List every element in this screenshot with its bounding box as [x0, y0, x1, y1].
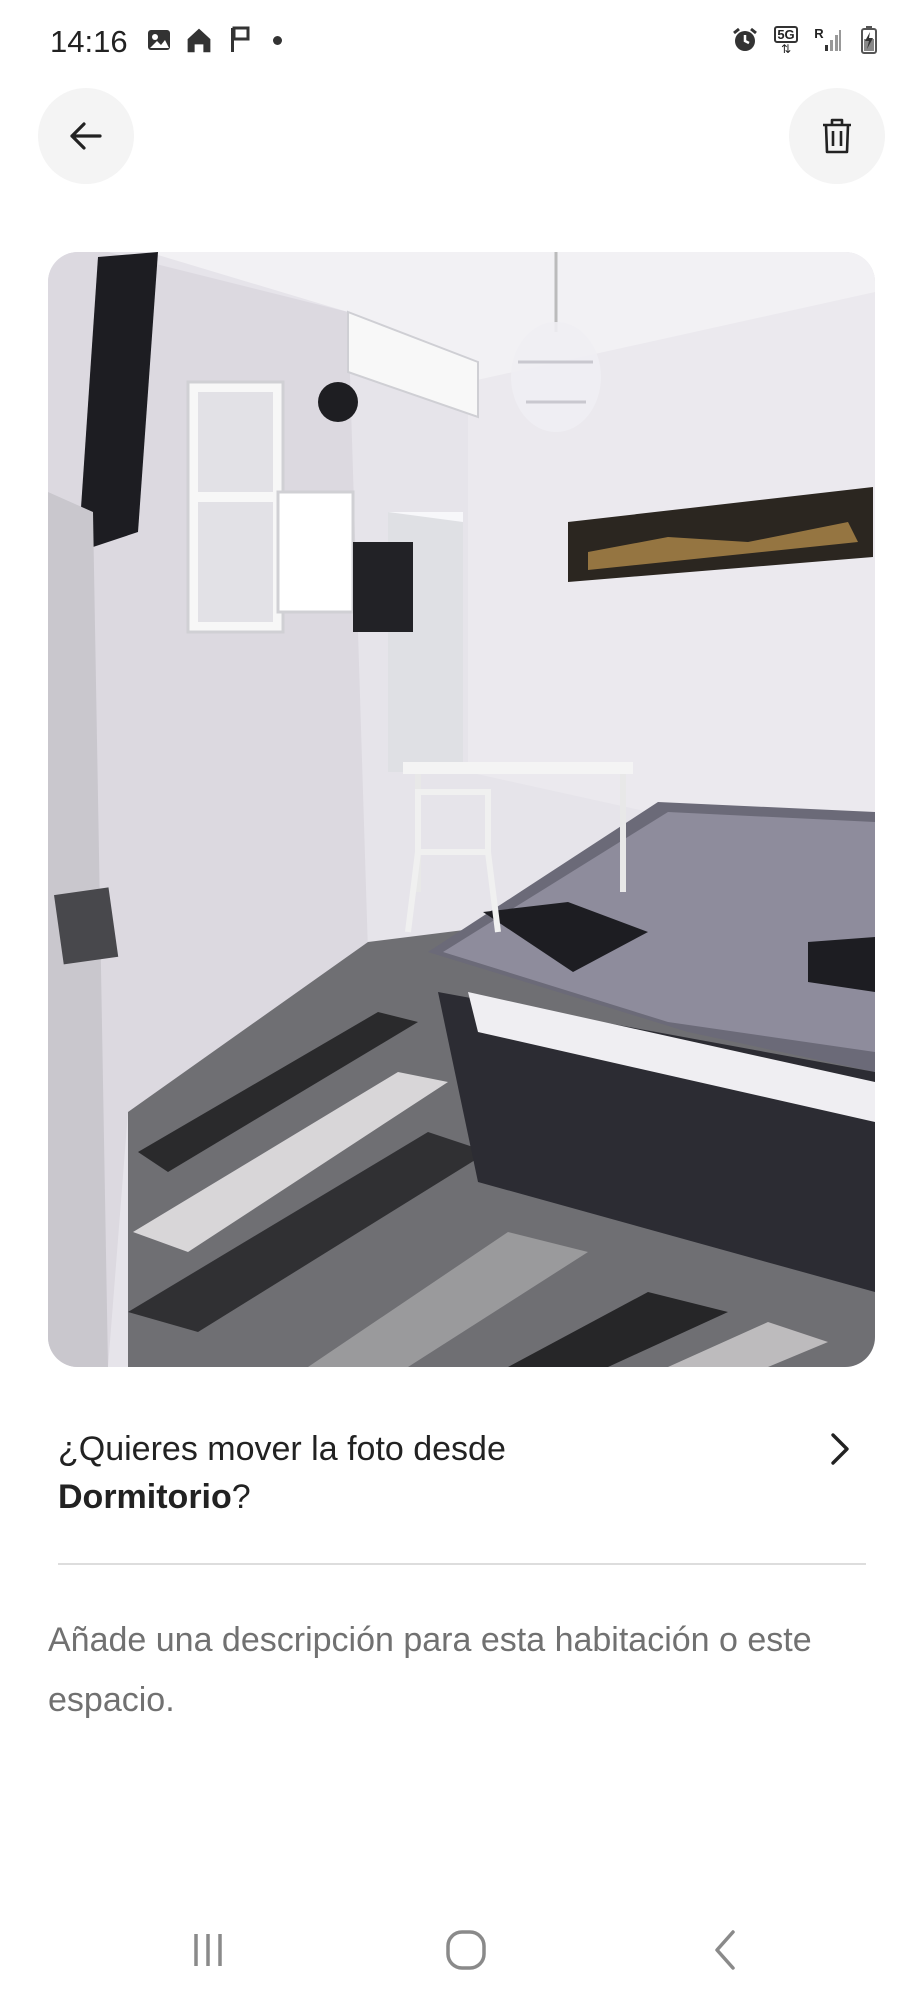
home-icon	[185, 26, 213, 54]
recents-icon	[194, 1934, 222, 1966]
image-icon	[145, 26, 173, 54]
move-photo-question-suffix: ?	[231, 1478, 251, 1516]
move-photo-question-prefix: ¿Quieres mover la foto desde	[58, 1430, 506, 1468]
home-button[interactable]	[426, 1920, 506, 1980]
move-photo-row[interactable]: ¿Quieres mover la foto desde Dormitorio?	[58, 1425, 866, 1535]
chevron-left-icon	[715, 1930, 735, 1970]
room-photo	[48, 252, 875, 1367]
trash-icon	[823, 118, 851, 154]
flag-icon	[225, 26, 253, 54]
back-button[interactable]	[38, 88, 134, 184]
alarm-icon	[731, 26, 759, 54]
signal-icon: R	[813, 26, 843, 54]
divider	[58, 1563, 866, 1565]
network-label: 5G	[774, 25, 798, 43]
move-photo-question: ¿Quieres mover la foto desde Dormitorio?	[58, 1425, 866, 1521]
system-back-button[interactable]	[686, 1920, 766, 1980]
home-circle-icon	[446, 1930, 486, 1970]
description-input[interactable]: Añade una descripción para esta habitaci…	[48, 1610, 878, 1730]
status-left-icons	[145, 26, 282, 54]
chevron-right-icon	[831, 1433, 849, 1465]
system-nav-bar	[0, 1900, 923, 2000]
status-right-icons: 5G ⇅ R	[731, 25, 883, 55]
status-time: 14:16	[50, 24, 128, 59]
5g-data-icon: 5G ⇅	[771, 25, 801, 55]
delete-photo-button[interactable]	[789, 88, 885, 184]
notification-dot-icon	[273, 35, 282, 45]
status-bar: 14:16 5G ⇅ R	[0, 0, 923, 90]
current-room-name: Dormitorio	[58, 1478, 232, 1516]
battery-charging-icon	[855, 26, 883, 54]
roaming-label: R	[814, 26, 824, 41]
recents-button[interactable]	[168, 1920, 248, 1980]
arrow-left-icon	[70, 122, 102, 150]
